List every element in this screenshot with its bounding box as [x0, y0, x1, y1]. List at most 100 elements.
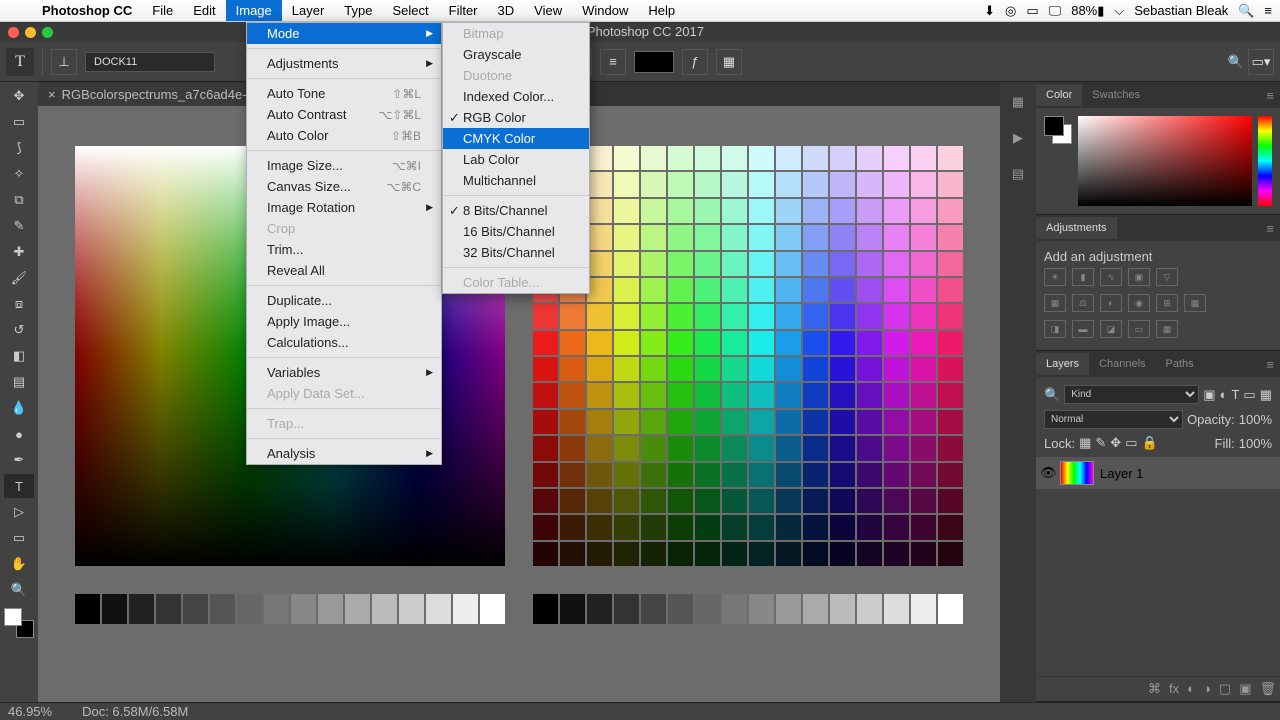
channels-tab[interactable]: Channels — [1089, 353, 1155, 375]
cc-icon[interactable]: ◎ — [1005, 3, 1016, 19]
type-tool[interactable]: T — [4, 474, 34, 498]
lock-all-icon[interactable]: 🔒 — [1141, 435, 1157, 451]
history-brush-tool[interactable]: ↺ — [4, 318, 34, 342]
menu-auto-contrast[interactable]: Auto Contrast⌥⇧⌘L — [247, 104, 441, 125]
menu-file[interactable]: File — [142, 0, 183, 21]
tool-preset[interactable]: T — [6, 48, 34, 76]
mode-lab[interactable]: Lab Color — [443, 149, 589, 170]
magic-wand-tool[interactable]: ✧ — [4, 162, 34, 186]
adj-curves[interactable]: ∿ — [1100, 268, 1122, 286]
menu-auto-tone[interactable]: Auto Tone⇧⌘L — [247, 83, 441, 104]
new-layer-icon[interactable]: ▣ — [1239, 681, 1251, 697]
eraser-tool[interactable]: ◧ — [4, 344, 34, 368]
menu-image[interactable]: Image — [226, 0, 282, 21]
panel-fgbg[interactable] — [1044, 116, 1072, 144]
zoom-level[interactable]: 46.95% — [8, 704, 52, 719]
layer-name[interactable]: Layer 1 — [1100, 466, 1143, 481]
adjustments-tab[interactable]: Adjustments — [1036, 217, 1117, 239]
trash-icon[interactable]: 🗑 — [1259, 681, 1276, 697]
lock-paint-icon[interactable]: ✎ — [1095, 435, 1106, 451]
adj-poster[interactable]: ▬ — [1072, 320, 1094, 338]
font-family-input[interactable] — [85, 52, 215, 72]
lock-pos-icon[interactable]: ✥ — [1110, 435, 1121, 451]
layer-filter-kind[interactable]: Kind — [1064, 385, 1199, 404]
healing-tool[interactable]: ✚ — [4, 240, 34, 264]
adj-vibrance[interactable]: ▽ — [1156, 268, 1178, 286]
mode-8bit[interactable]: 8 Bits/Channel — [443, 200, 589, 221]
filter-image-icon[interactable]: ▣ — [1203, 387, 1215, 403]
adj-balance[interactable]: ⚖ — [1072, 294, 1094, 312]
gradient-tool[interactable]: ▤ — [4, 370, 34, 394]
mode-rgb[interactable]: RGB Color — [443, 107, 589, 128]
menu-auto-color[interactable]: Auto Color⇧⌘B — [247, 125, 441, 146]
adj-levels[interactable]: ▮ — [1072, 268, 1094, 286]
lasso-tool[interactable]: ⟆ — [4, 136, 34, 160]
workspace-switcher[interactable]: ▭▾ — [1248, 49, 1274, 75]
adj-select[interactable]: ▦ — [1156, 320, 1178, 338]
menu-view[interactable]: View — [524, 0, 572, 21]
visibility-icon[interactable]: 👁 — [1040, 465, 1054, 481]
panel-menu-icon[interactable]: ≡ — [1266, 357, 1280, 372]
battery-status[interactable]: 88% ▮ — [1071, 3, 1104, 19]
menu-canvas-size[interactable]: Canvas Size...⌥⌘C — [247, 176, 441, 197]
zoom-window[interactable] — [42, 27, 53, 38]
mode-multichannel[interactable]: Multichannel — [443, 170, 589, 191]
document-tab[interactable]: × RGBcolorspectrums_a7c6ad4e-6 — [38, 83, 265, 106]
search-icon[interactable]: 🔍 — [1228, 54, 1244, 70]
orientation-toggle[interactable]: ⊥ — [51, 49, 77, 75]
dodge-tool[interactable]: ● — [4, 422, 34, 446]
tab-close-icon[interactable]: × — [48, 87, 56, 102]
menu-image-rotation[interactable]: Image Rotation — [247, 197, 441, 218]
menu-adjustments[interactable]: Adjustments — [247, 53, 441, 74]
adj-mixer[interactable]: ⊞ — [1156, 294, 1178, 312]
fill-value[interactable]: 100% — [1239, 436, 1272, 451]
menu-calculations[interactable]: Calculations... — [247, 332, 441, 353]
mask-icon[interactable]: ◐ — [1187, 681, 1195, 697]
character-panel-toggle[interactable]: ▦ — [716, 49, 742, 75]
wifi-icon[interactable]: ⌵ — [1114, 3, 1124, 19]
new-fill-icon[interactable]: ◑ — [1203, 681, 1211, 697]
lock-pixels-icon[interactable]: ▦ — [1079, 435, 1091, 451]
adj-thresh[interactable]: ◪ — [1100, 320, 1122, 338]
menu-analysis[interactable]: Analysis — [247, 443, 441, 464]
app-menu[interactable]: Photoshop CC — [32, 0, 142, 21]
link-layers-icon[interactable]: ⌘ — [1148, 681, 1161, 697]
blend-mode[interactable]: Normal — [1044, 410, 1183, 429]
menu-help[interactable]: Help — [638, 0, 685, 21]
display-icon[interactable]: 🖵 — [1049, 3, 1062, 19]
menu-mode[interactable]: Mode — [247, 23, 441, 44]
filter-adjust-icon[interactable]: ◐ — [1220, 387, 1228, 402]
spotlight-icon[interactable]: 🔍 — [1238, 3, 1254, 19]
tv-icon[interactable]: ▭ — [1026, 3, 1038, 19]
mode-indexed[interactable]: Indexed Color... — [443, 86, 589, 107]
hue-slider[interactable] — [1258, 116, 1272, 206]
layers-tab[interactable]: Layers — [1036, 353, 1089, 375]
paths-tab[interactable]: Paths — [1156, 353, 1204, 375]
fg-bg-colors[interactable] — [4, 608, 34, 638]
opacity-value[interactable]: 100% — [1239, 412, 1272, 427]
eyedropper-tool[interactable]: ✎ — [4, 214, 34, 238]
menu-image-size[interactable]: Image Size...⌥⌘I — [247, 155, 441, 176]
lock-nest-icon[interactable]: ▭ — [1125, 435, 1137, 451]
brush-tool[interactable]: 🖌 — [4, 266, 34, 290]
menu-filter[interactable]: Filter — [439, 0, 488, 21]
history-icon[interactable]: ▤ — [1012, 166, 1024, 182]
layer-thumbnail[interactable] — [1060, 461, 1094, 485]
crop-tool[interactable]: ⧉ — [4, 188, 34, 212]
menu-reveal-all[interactable]: Reveal All — [247, 260, 441, 281]
menu-type[interactable]: Type — [334, 0, 382, 21]
text-color-swatch[interactable] — [634, 51, 674, 73]
clone-tool[interactable]: ⧈ — [4, 292, 34, 316]
pen-tool[interactable]: ✒ — [4, 448, 34, 472]
mode-32bit[interactable]: 32 Bits/Channel — [443, 242, 589, 263]
menu-select[interactable]: Select — [382, 0, 438, 21]
color-tab[interactable]: Color — [1036, 84, 1082, 106]
sync-icon[interactable]: ⬇︎ — [984, 3, 995, 19]
zoom-tool[interactable]: 🔍 — [4, 578, 34, 602]
filter-shape-icon[interactable]: ▭ — [1243, 387, 1255, 403]
menu-apply-image[interactable]: Apply Image... — [247, 311, 441, 332]
menu-3d[interactable]: 3D — [488, 0, 525, 21]
adj-exposure[interactable]: ▣ — [1128, 268, 1150, 286]
mode-cmyk[interactable]: CMYK Color — [443, 128, 589, 149]
menu-trim[interactable]: Trim... — [247, 239, 441, 260]
